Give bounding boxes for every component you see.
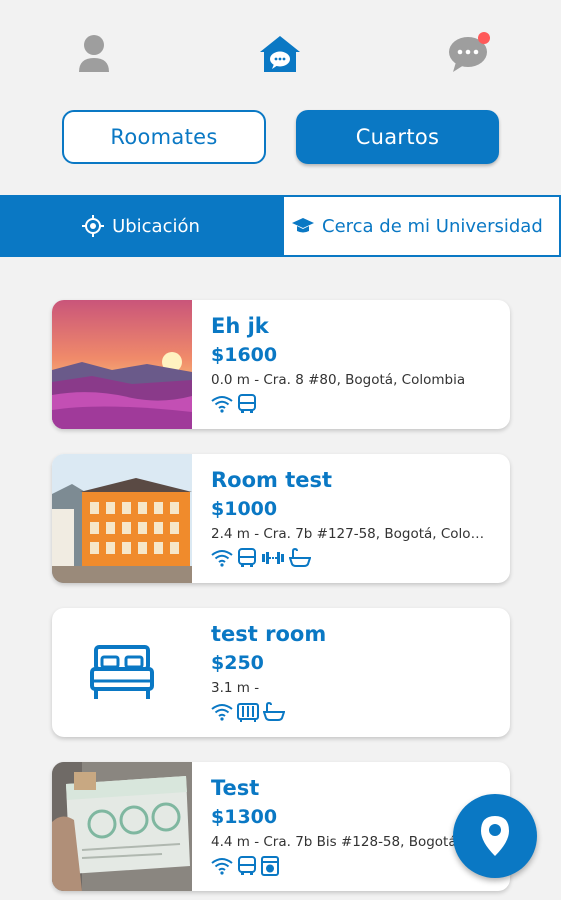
amenities: [211, 854, 501, 878]
tab-ubicacion-label: Ubicación: [112, 215, 200, 237]
wifi-icon: [211, 704, 233, 721]
chat-bubble-icon[interactable]: [446, 32, 490, 76]
tab-universidad[interactable]: Cerca de mi Universidad: [282, 195, 561, 257]
location-target-icon: [82, 215, 105, 237]
listing-card[interactable]: Test $1300 4.4 m - Cra. 7b Bis #128-58, …: [52, 762, 510, 891]
heater-icon: [237, 703, 259, 722]
listing-address: 0.0 m - Cra. 8 #80, Bogotá, Colombia: [211, 372, 466, 388]
listing-card[interactable]: Room test $1000 2.4 m - Cra. 7b #127-58,…: [52, 454, 510, 583]
bus-icon: [238, 856, 256, 875]
wifi-icon: [211, 858, 233, 875]
mode-toggle: Roomates Cuartos: [62, 110, 499, 164]
card-photo: [52, 762, 192, 891]
listing-info: Room test $1000 2.4 m - Cra. 7b #127-58,…: [211, 466, 501, 570]
wifi-icon: [211, 396, 233, 413]
listing-card[interactable]: Eh jk $1600 0.0 m - Cra. 8 #80, Bogotá, …: [52, 300, 510, 429]
amenities: [211, 546, 501, 570]
listing-title: Room test: [211, 468, 333, 492]
app-screen: Roomates Cuartos Ubicación Cerca de mi U…: [0, 0, 561, 900]
listing-price: $250: [211, 652, 264, 674]
listing-title: Test: [211, 776, 260, 800]
bathtub-icon: [263, 702, 285, 721]
cuartos-button[interactable]: Cuartos: [296, 110, 499, 164]
sunset-flowers-photo: [52, 300, 192, 429]
listing-address: 4.4 m - Cra. 7b Bis #128-58, Bogotá, Col…: [211, 834, 491, 850]
listing-address: 2.4 m - Cra. 7b #127-58, Bogotá, Colombi…: [211, 526, 491, 542]
location-pin-icon: [481, 816, 509, 856]
gym-icon: [262, 552, 284, 564]
roommates-button[interactable]: Roomates: [62, 110, 266, 164]
filter-bar: Ubicación Cerca de mi Universidad: [0, 195, 561, 257]
tab-ubicacion[interactable]: Ubicación: [0, 195, 282, 257]
listing-info: Eh jk $1600 0.0 m - Cra. 8 #80, Bogotá, …: [211, 312, 501, 416]
home-chat-icon[interactable]: [258, 32, 302, 76]
listing-info: test room $250 3.1 m -: [211, 620, 501, 724]
washer-icon: [261, 856, 279, 876]
listing-title: Eh jk: [211, 314, 269, 338]
notification-dot: [478, 32, 490, 44]
tab-universidad-label: Cerca de mi Universidad: [322, 215, 543, 237]
map-location-button[interactable]: [453, 794, 537, 878]
bus-icon: [238, 548, 256, 567]
graduation-cap-icon: [292, 218, 314, 233]
listing-title: test room: [211, 622, 327, 646]
listing-address: 3.1 m -: [211, 680, 260, 696]
amenities: [211, 392, 501, 416]
amenities: [211, 700, 501, 724]
bus-icon: [238, 394, 256, 413]
profile-icon[interactable]: [72, 32, 116, 76]
listing-price: $1000: [211, 498, 278, 520]
orange-building-photo: [52, 454, 192, 583]
top-nav: [0, 0, 561, 100]
bathtub-icon: [289, 548, 311, 567]
bed-icon: [52, 608, 192, 737]
wifi-icon: [211, 550, 233, 567]
listing-price: $1600: [211, 344, 278, 366]
listing-card[interactable]: test room $250 3.1 m -: [52, 608, 510, 737]
